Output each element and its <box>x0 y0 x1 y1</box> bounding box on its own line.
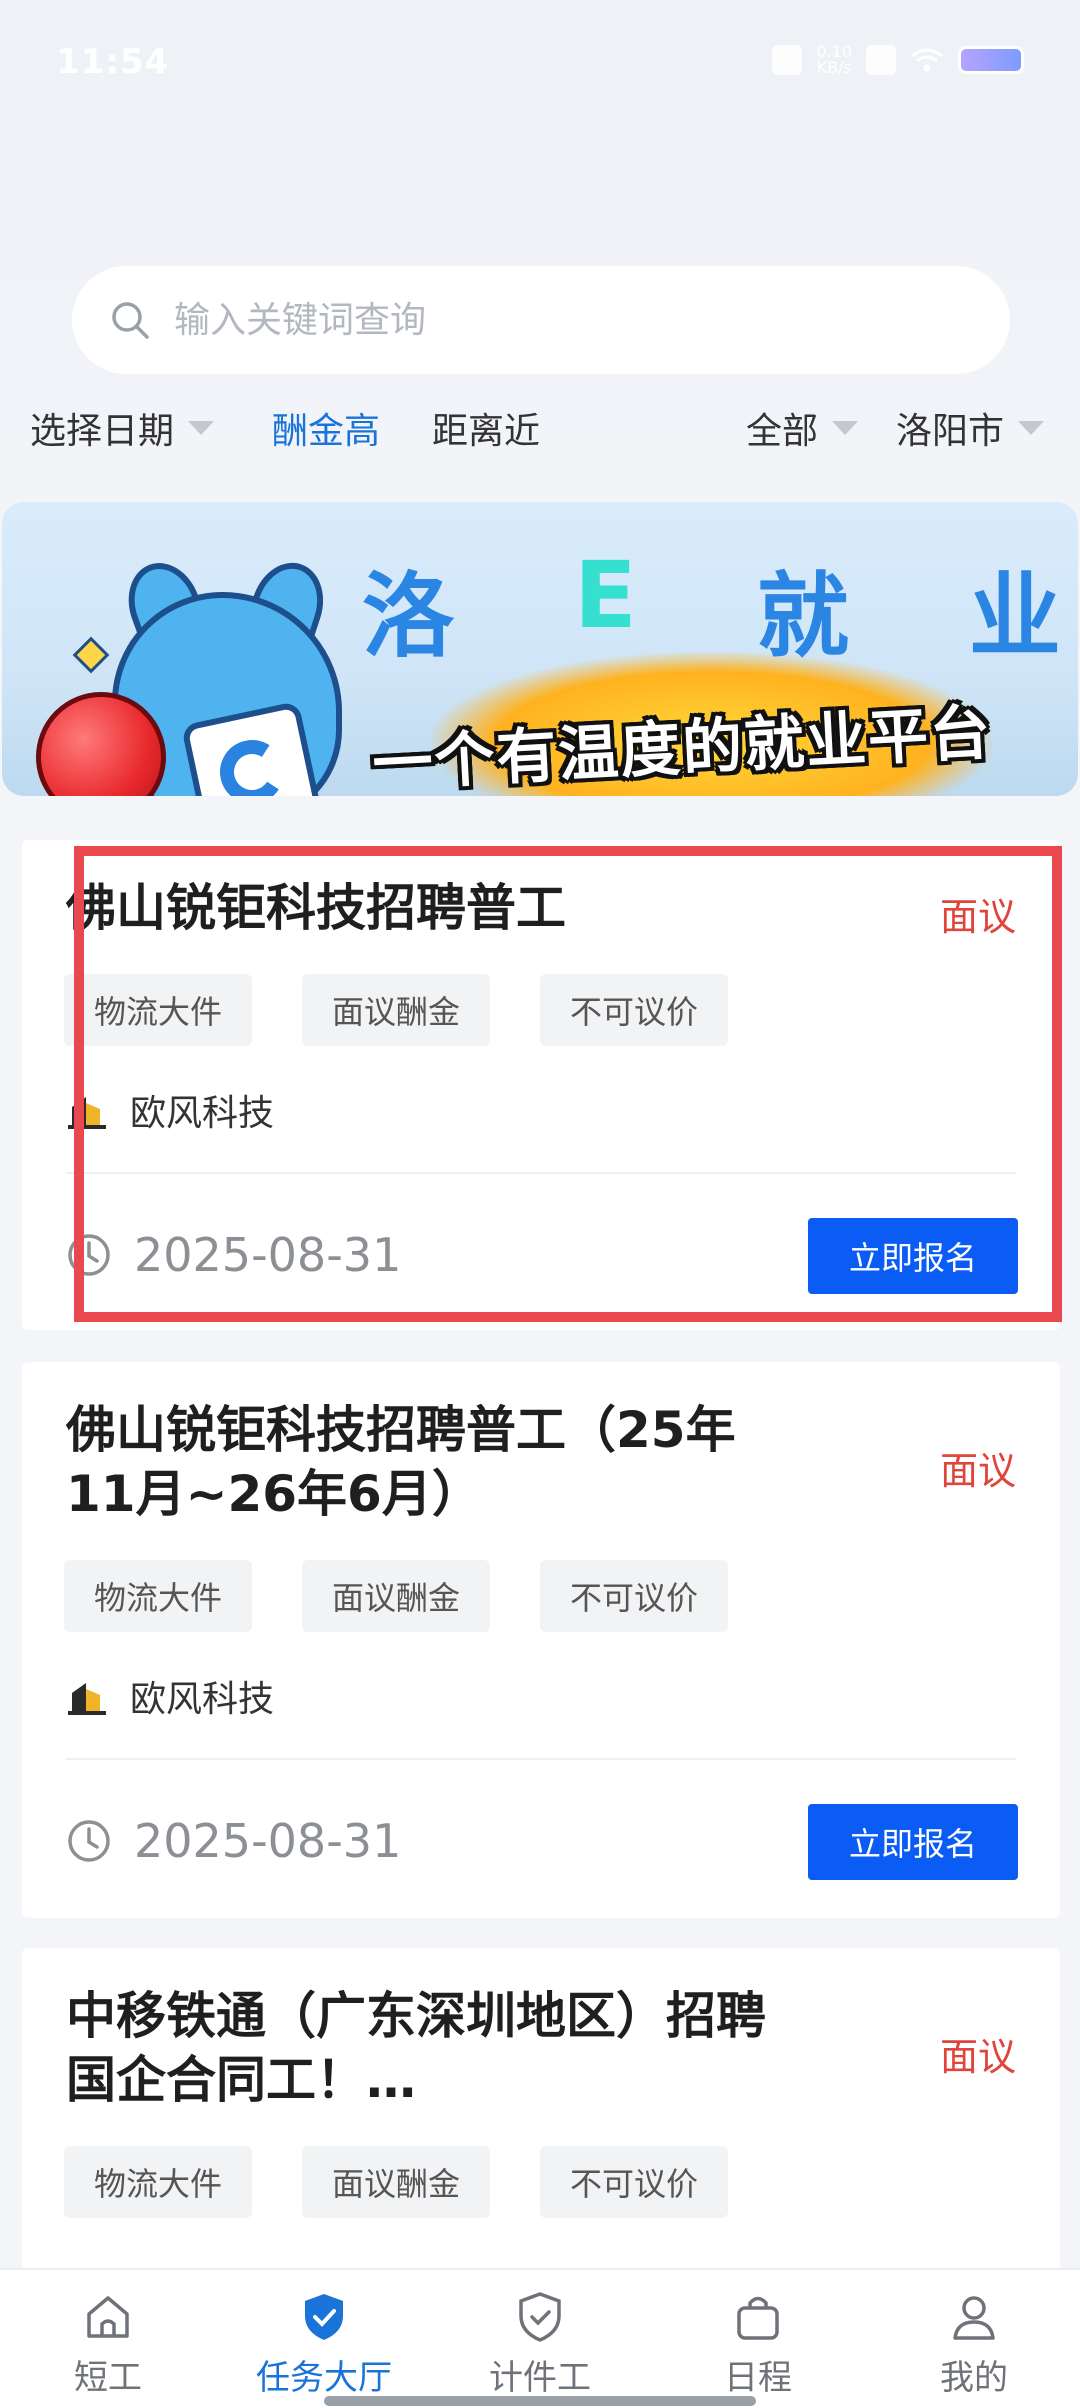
banner-title-char: 业 <box>968 563 1061 670</box>
mute-icon <box>772 45 803 75</box>
nav-item-short-term[interactable]: 短工 <box>38 2290 178 2399</box>
shield-outline-icon <box>519 2292 561 2342</box>
building-icon <box>68 1097 106 1129</box>
filter-distance-label: 距离近 <box>432 411 541 452</box>
job-tags: 物流大件 面议酬金 不可议价 <box>64 2146 729 2218</box>
job-date: 2025-08-31 <box>66 1814 401 1868</box>
job-card[interactable]: 中移铁通（广东深圳地区）招聘国企合同工！… 面议 物流大件 面议酬金 不可议价 <box>22 1948 1060 2288</box>
job-tag: 物流大件 <box>64 1560 253 1632</box>
job-tag: 物流大件 <box>64 2146 253 2218</box>
home-indicator[interactable] <box>324 2396 756 2406</box>
nav-item-mine[interactable]: 我的 <box>904 2290 1044 2399</box>
search-input[interactable] <box>174 299 934 341</box>
job-date-text: 2025-08-31 <box>134 1814 402 1868</box>
clock-icon <box>68 1820 110 1862</box>
job-tag: 物流大件 <box>64 974 253 1046</box>
search-icon <box>112 302 149 339</box>
caret-down-icon <box>188 421 215 435</box>
filter-pay-high-label: 酬金高 <box>272 411 381 452</box>
job-date: 2025-08-31 <box>66 1228 401 1282</box>
nav-label: 计件工 <box>489 2358 591 2398</box>
job-price: 面议 <box>939 895 1016 939</box>
job-title: 佛山锐钜科技招聘普工（25年11月~26年6月） <box>66 1401 736 1523</box>
nav-label: 日程 <box>724 2358 792 2398</box>
job-price: 面议 <box>939 1449 1016 1493</box>
job-tag: 不可议价 <box>540 2146 729 2218</box>
nav-item-schedule[interactable]: 日程 <box>688 2290 828 2399</box>
banner-title-char: 就 <box>756 563 849 670</box>
filter-bar: 选择日期 酬金高 距离近 全部 洛阳市 <box>0 390 1080 460</box>
filter-city-label: 洛阳市 <box>896 411 1005 452</box>
bag-icon <box>737 2296 779 2340</box>
nav-label: 我的 <box>940 2358 1008 2398</box>
banner-title-char: E <box>574 542 637 649</box>
search-bar[interactable] <box>72 266 1010 374</box>
shield-check-icon <box>305 2294 343 2340</box>
clock-icon <box>68 1234 110 1276</box>
company-name: 欧风科技 <box>130 1679 275 1720</box>
company: 欧风科技 <box>66 1084 274 1136</box>
filter-date[interactable]: 选择日期 <box>30 402 215 454</box>
job-date-text: 2025-08-31 <box>134 1228 402 1282</box>
job-tags: 物流大件 面议酬金 不可议价 <box>64 974 729 1046</box>
status-time: 11:54 <box>56 42 170 82</box>
job-card[interactable]: 佛山锐钜科技招聘普工 面议 物流大件 面议酬金 不可议价 欧风科技 2025-0… <box>22 840 1060 1330</box>
job-tags: 物流大件 面议酬金 不可议价 <box>64 1560 729 1632</box>
home-icon <box>87 2296 129 2338</box>
bottom-nav: 短工 任务大厅 计件工 日程 我的 <box>0 2268 1080 2408</box>
caret-down-icon <box>1018 421 1045 435</box>
card-divider <box>66 1758 1016 1760</box>
job-title: 佛山锐钜科技招聘普工 <box>66 879 566 937</box>
nav-label: 短工 <box>74 2358 142 2398</box>
nav-item-piecework[interactable]: 计件工 <box>470 2290 610 2399</box>
battery-icon <box>958 46 1024 74</box>
wifi-icon <box>911 48 943 72</box>
filter-category-label: 全部 <box>746 411 819 452</box>
card-divider <box>66 1172 1016 1174</box>
nav-item-task-hall[interactable]: 任务大厅 <box>254 2290 394 2399</box>
building-icon <box>68 1683 106 1715</box>
nav-label: 任务大厅 <box>256 2358 392 2398</box>
job-tag: 面议酬金 <box>302 974 491 1046</box>
filter-city[interactable]: 洛阳市 <box>896 402 1045 454</box>
apply-button[interactable]: 立即报名 <box>808 1218 1018 1294</box>
apply-button[interactable]: 立即报名 <box>808 1804 1018 1880</box>
network-speed-unit: KB/s <box>816 58 852 77</box>
sparkle-icon <box>72 636 110 674</box>
promo-banner[interactable]: 洛 E 就 业 一个有温度的就业平台 <box>2 502 1078 796</box>
job-tag: 面议酬金 <box>302 1560 491 1632</box>
filter-category[interactable]: 全部 <box>746 402 859 454</box>
job-price: 面议 <box>939 2035 1016 2079</box>
filter-distance[interactable]: 距离近 <box>432 402 540 454</box>
network-speed: 0.10 KB/s <box>816 44 852 76</box>
user-icon <box>953 2296 995 2340</box>
caret-down-icon <box>832 421 859 435</box>
status-icons: 0.10 KB/s <box>772 44 1024 76</box>
status-bar: 11:54 0.10 KB/s <box>0 0 1080 130</box>
filter-date-label: 选择日期 <box>30 411 175 452</box>
job-tag: 不可议价 <box>540 974 729 1046</box>
banner-title: 洛 E 就 业 <box>362 542 1061 675</box>
job-card[interactable]: 佛山锐钜科技招聘普工（25年11月~26年6月） 面议 物流大件 面议酬金 不可… <box>22 1362 1060 1918</box>
job-tag: 不可议价 <box>540 1560 729 1632</box>
company: 欧风科技 <box>66 1670 274 1722</box>
sim-icon <box>866 45 896 75</box>
job-title: 中移铁通（广东深圳地区）招聘国企合同工！… <box>66 1987 766 2109</box>
company-name: 欧风科技 <box>130 1093 275 1134</box>
banner-title-char: 洛 <box>362 563 455 670</box>
filter-pay-high[interactable]: 酬金高 <box>272 402 380 454</box>
job-tag: 面议酬金 <box>302 2146 491 2218</box>
